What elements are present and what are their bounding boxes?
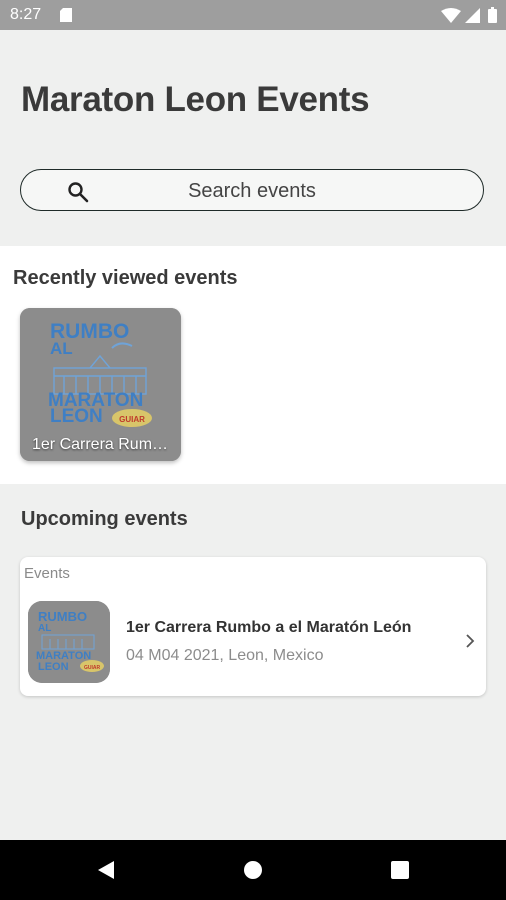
search-input[interactable]: Search events [20, 169, 484, 211]
battery-icon [488, 7, 497, 23]
back-icon[interactable] [94, 858, 118, 882]
recents-icon[interactable] [388, 858, 412, 882]
artwork-badge: GUIAR [119, 415, 145, 424]
event-group-label: Events [24, 565, 70, 582]
artwork-line-2: AL [50, 339, 73, 358]
artwork-line-4: LEON [50, 406, 103, 427]
search-placeholder: Search events [188, 180, 316, 202]
sim-card-icon [60, 8, 72, 22]
recent-event-label: 1er Carrera Rumbo a el Maratón León [32, 436, 172, 453]
system-nav-bar [0, 840, 506, 900]
recently-viewed-heading: Recently viewed events [13, 267, 238, 289]
signal-icon [465, 8, 480, 23]
status-bar: 8:27 [0, 0, 506, 30]
wifi-icon [441, 8, 461, 23]
event-thumbnail: RUMBO AL MARATON LEON GUIAR [28, 601, 110, 683]
recently-viewed-section: Recently viewed events RUMBO AL MARATON … [0, 246, 506, 484]
page-title: Maraton Leon Events [21, 80, 370, 119]
svg-text:RUMBO: RUMBO [38, 609, 87, 624]
svg-text:AL: AL [38, 623, 51, 634]
upcoming-heading: Upcoming events [21, 508, 188, 530]
event-list-item[interactable]: Events RUMBO AL MARATON LEON GUIAR 1er C… [20, 557, 486, 696]
home-icon[interactable] [241, 858, 265, 882]
svg-text:GUIAR: GUIAR [84, 665, 101, 671]
chevron-right-icon[interactable] [464, 633, 476, 649]
event-date-location: 04 M04 2021, Leon, Mexico [126, 647, 324, 664]
svg-text:LEON: LEON [38, 661, 69, 673]
recent-event-card[interactable]: RUMBO AL MARATON LEON GUIAR 1er Carrera … [20, 308, 181, 461]
event-title: 1er Carrera Rumbo a el Maratón León [126, 619, 412, 636]
status-time: 8:27 [10, 6, 42, 23]
